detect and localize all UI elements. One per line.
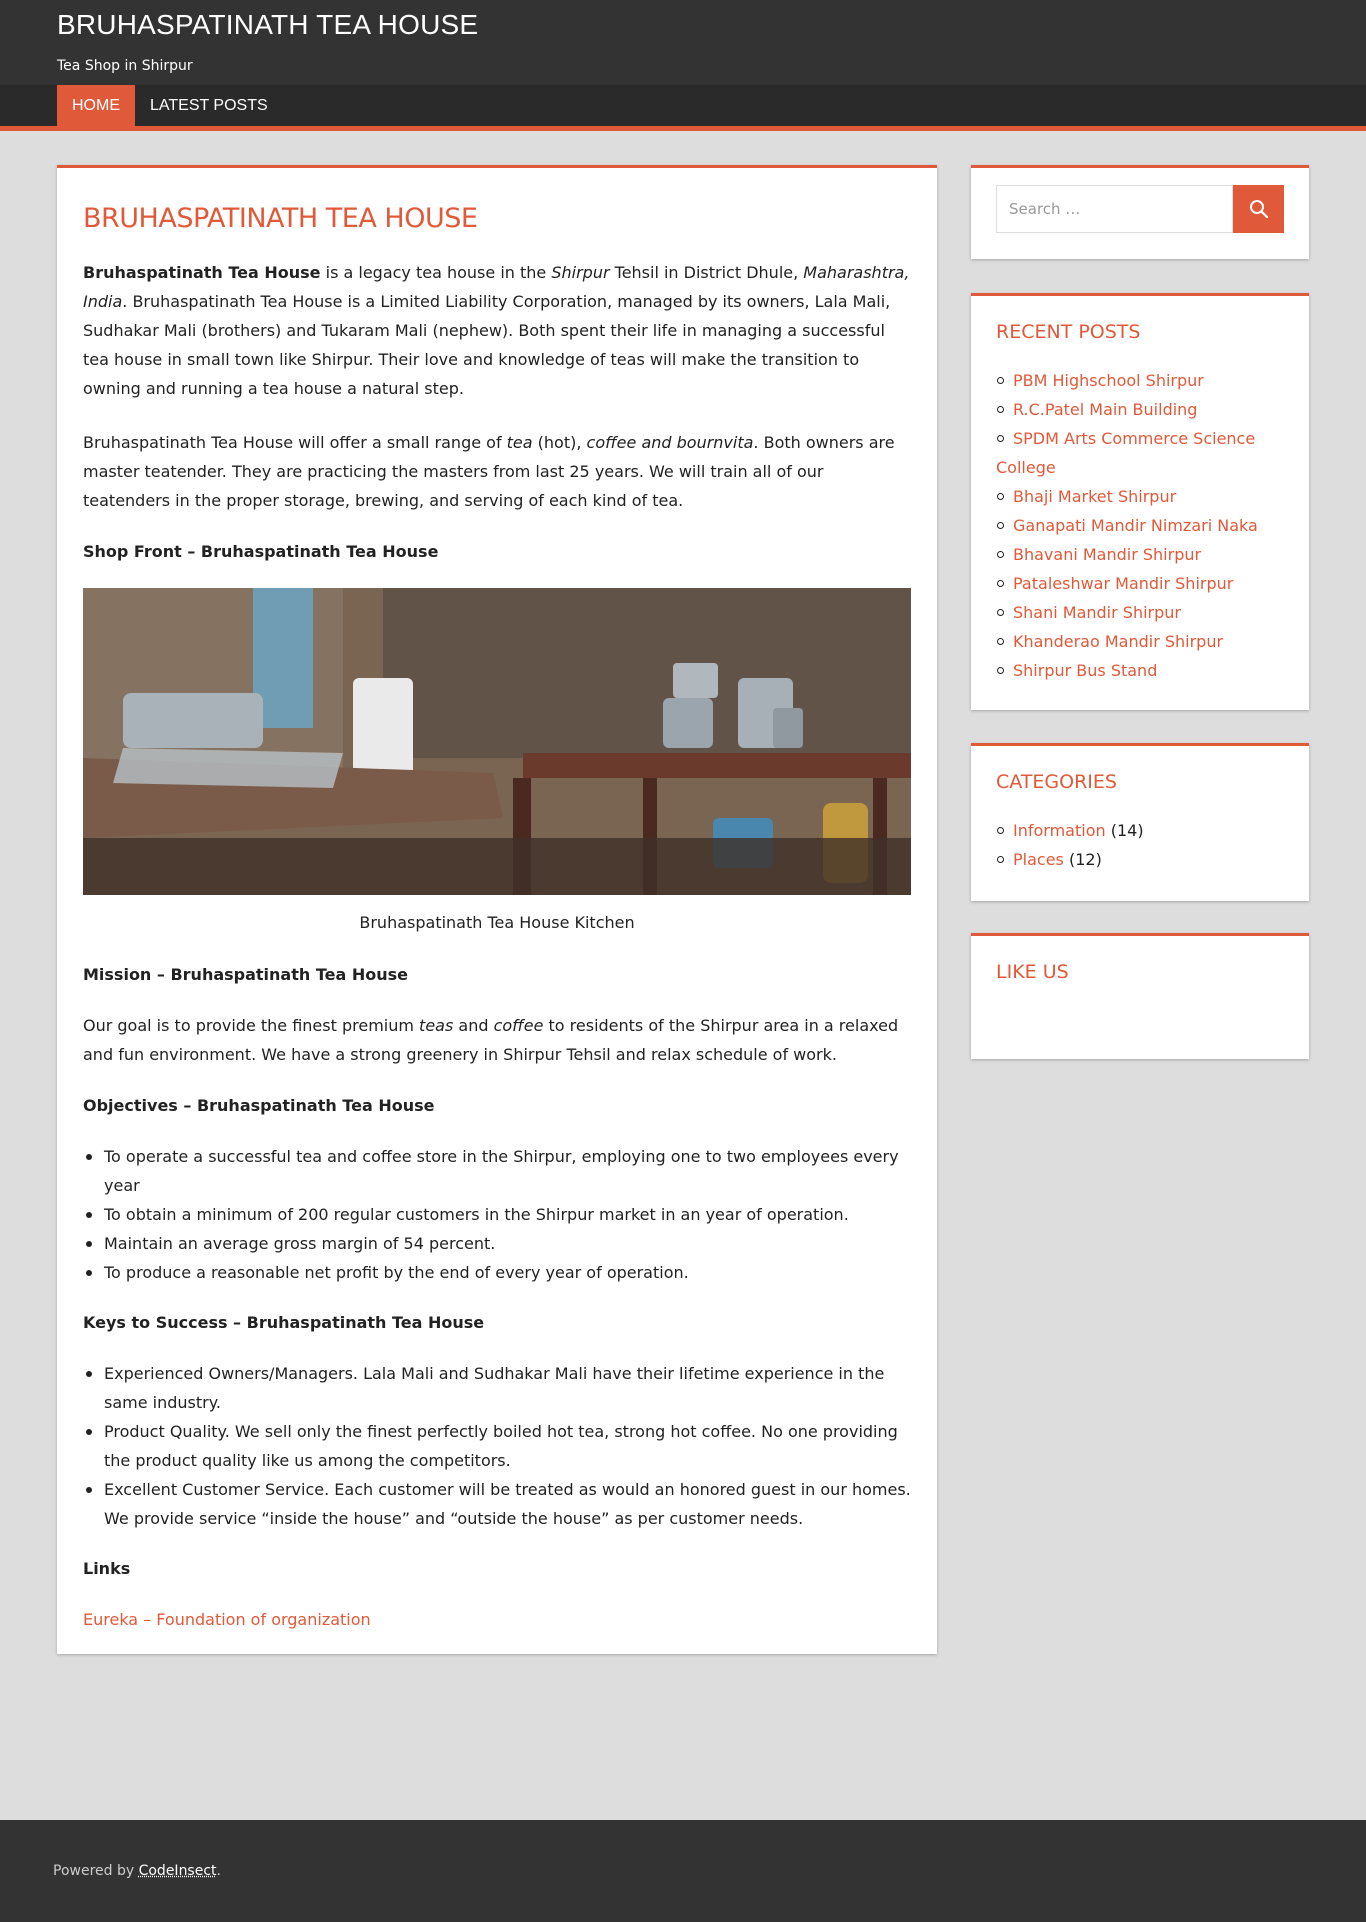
recent-posts-widget: RECENT POSTS PBM Highschool Shirpur R.C.… <box>971 293 1309 710</box>
mission-paragraph: Our goal is to provide the finest premiu… <box>83 1011 911 1069</box>
links-paragraph: Eureka – Foundation of organization <box>83 1605 911 1634</box>
list-item: Ganapati Mandir Nimzari Naka <box>996 511 1284 540</box>
image-caption: Bruhaspatinath Tea House Kitchen <box>359 913 635 932</box>
photo-vessel-2 <box>673 663 718 698</box>
categories-title: CATEGORIES <box>996 771 1117 793</box>
list-item: To obtain a minimum of 200 regular custo… <box>83 1200 911 1229</box>
footer-suffix: . <box>216 1863 221 1879</box>
photo-tray <box>113 748 343 788</box>
offer-em-2: coffee and bournvita <box>586 433 754 452</box>
codeinsect-link[interactable]: CodeInsect <box>139 1863 217 1879</box>
footer-credit: Powered by CodeInsect. <box>53 1820 1313 1922</box>
category-count: (12) <box>1068 850 1102 869</box>
mission-em-2: coffee <box>493 1016 544 1035</box>
mission-text-2: and <box>453 1016 494 1035</box>
categories-widget: CATEGORIES Information (14) Places (12) <box>971 743 1309 901</box>
recent-post-link[interactable]: Bhaji Market Shirpur <box>1013 487 1176 506</box>
list-item: Khanderao Mandir Shirpur <box>996 627 1284 656</box>
site-header: BRUHASPATINATH TEA HOUSE Tea Shop in Shi… <box>0 0 1366 85</box>
category-link-places[interactable]: Places <box>1013 850 1064 869</box>
like-us-title: LIKE US <box>996 961 1069 983</box>
search-icon <box>1249 200 1268 219</box>
kitchen-photo-illustration <box>83 588 911 895</box>
photo-table-right <box>523 753 911 778</box>
content-area: BRUHASPATINATH TEA HOUSE Bruhaspatinath … <box>0 131 1366 1820</box>
recent-post-link[interactable]: Shani Mandir Shirpur <box>1013 603 1181 622</box>
list-item: R.C.Patel Main Building <box>996 395 1284 424</box>
photo-pot <box>123 693 263 748</box>
list-item: PBM Highschool Shirpur <box>996 366 1284 395</box>
like-us-widget: LIKE US <box>971 933 1309 1059</box>
offer-paragraph: Bruhaspatinath Tea House will offer a sm… <box>83 428 911 515</box>
article-title: BRUHASPATINATH TEA HOUSE <box>83 203 478 234</box>
recent-post-link[interactable]: Bhavani Mandir Shirpur <box>1013 545 1201 564</box>
objectives-heading: Objectives – Bruhaspatinath Tea House <box>83 1096 435 1115</box>
list-item: Shirpur Bus Stand <box>996 656 1284 685</box>
offer-text-2: (hot), <box>532 433 587 452</box>
list-item: Bhaji Market Shirpur <box>996 482 1284 511</box>
article-content: Bruhaspatinath Tea House is a legacy tea… <box>83 258 911 1634</box>
search-widget <box>971 165 1309 259</box>
mission-heading: Mission – Bruhaspatinath Tea House <box>83 965 408 984</box>
site-title[interactable]: BRUHASPATINATH TEA HOUSE <box>57 0 1309 40</box>
recent-post-link[interactable]: Pataleshwar Mandir Shirpur <box>1013 574 1233 593</box>
intro-bold-name: Bruhaspatinath Tea House <box>83 263 321 282</box>
keys-list: Experienced Owners/Managers. Lala Mali a… <box>83 1359 911 1533</box>
list-item: Information (14) <box>996 816 1284 845</box>
recent-post-link[interactable]: Khanderao Mandir Shirpur <box>1013 632 1223 651</box>
list-item: Product Quality. We sell only the finest… <box>83 1417 911 1475</box>
intro-text-1: is a legacy tea house in the <box>320 263 552 282</box>
search-button[interactable] <box>1233 185 1284 233</box>
mission-em-1: teas <box>419 1016 454 1035</box>
search-input[interactable] <box>996 185 1233 233</box>
list-item: To operate a successful tea and coffee s… <box>83 1142 911 1200</box>
photo-white-jar <box>353 678 413 778</box>
list-item: Places (12) <box>996 845 1284 874</box>
list-item: Pataleshwar Mandir Shirpur <box>996 569 1284 598</box>
categories-list: Information (14) Places (12) <box>996 816 1284 874</box>
list-item: Shani Mandir Shirpur <box>996 598 1284 627</box>
eureka-link[interactable]: Eureka – Foundation of organization <box>83 1610 371 1629</box>
nav-item-latest-posts[interactable]: LATEST POSTS <box>135 85 283 126</box>
site-description: Tea Shop in Shirpur <box>57 58 193 74</box>
photo-vessel-4 <box>773 708 803 748</box>
main-navigation: HOME LATEST POSTS <box>0 85 1366 131</box>
list-item: SPDM Arts Commerce Science College <box>996 424 1284 482</box>
list-item: Maintain an average gross margin of 54 p… <box>83 1229 911 1258</box>
list-item: Experienced Owners/Managers. Lala Mali a… <box>83 1359 911 1417</box>
offer-em-1: tea <box>506 433 533 452</box>
intro-em-1: Shirpur <box>551 263 610 282</box>
category-link-information[interactable]: Information <box>1013 821 1106 840</box>
list-item: Excellent Customer Service. Each custome… <box>83 1475 911 1533</box>
intro-text-2: Tehsil in District Dhule, <box>609 263 804 282</box>
site-footer: Powered by CodeInsect. <box>0 1820 1366 1922</box>
recent-posts-title: RECENT POSTS <box>996 321 1141 343</box>
kitchen-image <box>83 588 911 895</box>
keys-heading: Keys to Success – Bruhaspatinath Tea Hou… <box>83 1313 485 1332</box>
recent-post-link[interactable]: Ganapati Mandir Nimzari Naka <box>1013 516 1258 535</box>
list-item: Bhavani Mandir Shirpur <box>996 540 1284 569</box>
links-heading: Links <box>83 1559 131 1578</box>
photo-wall-right <box>383 588 911 758</box>
objectives-list: To operate a successful tea and coffee s… <box>83 1142 911 1287</box>
nav-item-home[interactable]: HOME <box>57 85 135 126</box>
recent-post-link[interactable]: SPDM Arts Commerce Science College <box>996 429 1255 477</box>
main-article: BRUHASPATINATH TEA HOUSE Bruhaspatinath … <box>57 165 937 1654</box>
recent-post-link[interactable]: Shirpur Bus Stand <box>1013 661 1157 680</box>
shop-front-heading: Shop Front – Bruhaspatinath Tea House <box>83 542 439 561</box>
footer-prefix: Powered by <box>53 1863 139 1879</box>
photo-vessel-1 <box>663 698 713 748</box>
offer-text-1: Bruhaspatinath Tea House will offer a sm… <box>83 433 507 452</box>
photo-floor <box>83 838 911 895</box>
recent-post-link[interactable]: PBM Highschool Shirpur <box>1013 371 1204 390</box>
recent-post-link[interactable]: R.C.Patel Main Building <box>1013 400 1197 419</box>
intro-text-3: . Bruhaspatinath Tea House is a Limited … <box>83 292 891 398</box>
list-item: To produce a reasonable net profit by th… <box>83 1258 911 1287</box>
recent-posts-list: PBM Highschool Shirpur R.C.Patel Main Bu… <box>996 366 1284 685</box>
intro-paragraph: Bruhaspatinath Tea House is a legacy tea… <box>83 258 911 403</box>
mission-text-1: Our goal is to provide the finest premiu… <box>83 1016 420 1035</box>
search-form <box>996 185 1284 233</box>
category-count: (14) <box>1110 821 1144 840</box>
